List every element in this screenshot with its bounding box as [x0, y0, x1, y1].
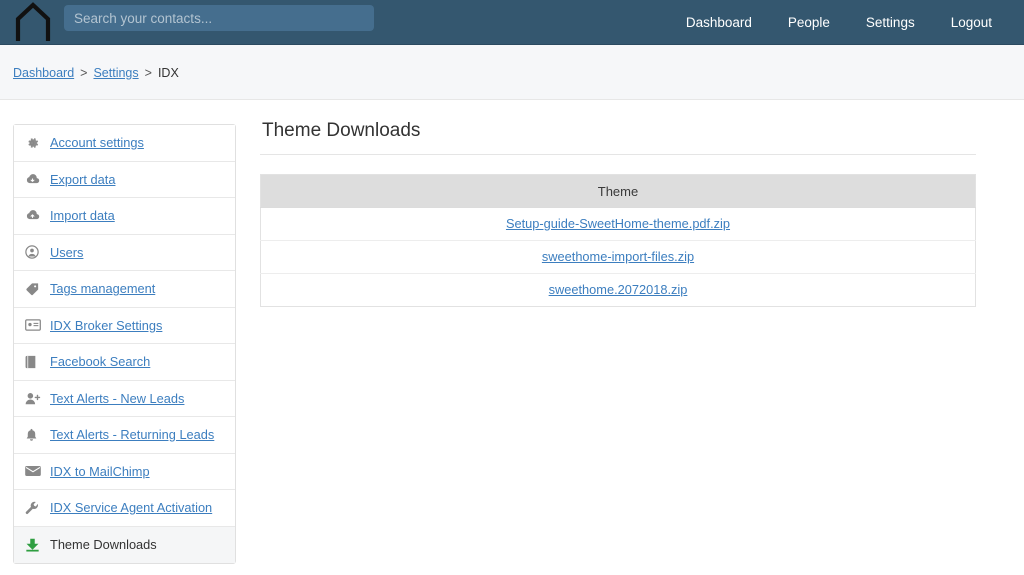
cloud-download-icon	[25, 173, 47, 186]
download-icon	[25, 538, 47, 552]
sidebar-item-export-data[interactable]: Export data	[14, 161, 235, 198]
home-arch-logo-icon[interactable]	[12, 2, 54, 42]
sidebar-item-label: Account settings	[50, 135, 144, 151]
tag-icon	[25, 282, 47, 296]
search-input[interactable]	[64, 5, 374, 31]
breadcrumb-separator: >	[80, 65, 88, 80]
page-title: Theme Downloads	[260, 120, 976, 155]
theme-download-link[interactable]: sweethome.2072018.zip	[549, 282, 688, 297]
sidebar-item-label: IDX Service Agent Activation	[50, 500, 213, 516]
nav-link-settings[interactable]: Settings	[848, 0, 933, 45]
sidebar-item-account-settings[interactable]: Account settings	[14, 125, 235, 162]
sidebar-item-theme-downloads[interactable]: Theme Downloads	[14, 526, 235, 563]
id-card-icon	[25, 319, 47, 331]
nav-link-people[interactable]: People	[770, 0, 848, 45]
sidebar-item-import-data[interactable]: Import data	[14, 198, 235, 235]
sidebar-item-idx-service-agent-activation[interactable]: IDX Service Agent Activation	[14, 490, 235, 527]
envelope-icon	[25, 465, 47, 477]
table-row: sweethome.2072018.zip	[260, 273, 976, 307]
gear-icon	[25, 136, 47, 150]
breadcrumb-bar: Dashboard > Settings > IDX	[0, 45, 1024, 100]
sidebar-item-label: Theme Downloads	[50, 537, 157, 553]
sidebar-item-text-alerts-new-leads[interactable]: Text Alerts - New Leads	[14, 380, 235, 417]
settings-sidebar: Account settings Export data Import data	[13, 124, 236, 564]
table-cell-theme: Setup-guide-SweetHome-theme.pdf.zip	[260, 207, 976, 241]
breadcrumb-separator: >	[144, 65, 152, 80]
sidebar-item-label: Tags management	[50, 281, 156, 297]
theme-downloads-table: Theme Setup-guide-SweetHome-theme.pdf.zi…	[260, 174, 976, 307]
table-row: Setup-guide-SweetHome-theme.pdf.zip	[260, 207, 976, 241]
sidebar-item-label: Import data	[50, 208, 115, 224]
theme-download-link[interactable]: Setup-guide-SweetHome-theme.pdf.zip	[506, 216, 730, 231]
sidebar-item-facebook-search[interactable]: Facebook Search	[14, 344, 235, 381]
sidebar-item-label: IDX to MailChimp	[50, 463, 150, 479]
sidebar-item-label: Text Alerts - New Leads	[50, 390, 185, 406]
breadcrumb: Dashboard > Settings > IDX	[13, 45, 179, 100]
table-cell-theme: sweethome.2072018.zip	[260, 273, 976, 307]
sidebar-item-text-alerts-returning-leads[interactable]: Text Alerts - Returning Leads	[14, 417, 235, 454]
sidebar-item-idx-to-mailchimp[interactable]: IDX to MailChimp	[14, 453, 235, 490]
breadcrumb-item-settings[interactable]: Settings	[93, 66, 138, 80]
table-row: sweethome-import-files.zip	[260, 240, 976, 274]
nav-link-logout[interactable]: Logout	[933, 0, 1010, 45]
user-plus-icon	[25, 392, 47, 405]
main-content: Theme Downloads Theme Setup-guide-SweetH…	[260, 120, 976, 307]
sidebar-item-tags-management[interactable]: Tags management	[14, 271, 235, 308]
table-cell-theme: sweethome-import-files.zip	[260, 240, 976, 274]
top-navbar: Dashboard People Settings Logout	[0, 0, 1024, 45]
user-circle-icon	[25, 245, 47, 259]
nav-link-dashboard[interactable]: Dashboard	[668, 0, 770, 45]
sidebar-item-idx-broker-settings[interactable]: IDX Broker Settings	[14, 307, 235, 344]
navbar-links: Dashboard People Settings Logout	[668, 0, 1010, 45]
bell-icon	[25, 428, 47, 442]
sidebar-item-users[interactable]: Users	[14, 234, 235, 271]
breadcrumb-item-dashboard[interactable]: Dashboard	[13, 66, 74, 80]
book-icon	[25, 355, 47, 369]
sidebar-item-label: IDX Broker Settings	[50, 317, 163, 333]
cloud-upload-icon	[25, 209, 47, 222]
sidebar-item-label: Facebook Search	[50, 354, 151, 370]
wrench-icon	[25, 501, 47, 515]
table-column-header-theme: Theme	[260, 174, 976, 208]
sidebar-item-label: Export data	[50, 171, 116, 187]
sidebar-item-label: Text Alerts - Returning Leads	[50, 427, 215, 443]
breadcrumb-item-idx: IDX	[157, 65, 179, 80]
sidebar-item-label: Users	[50, 244, 84, 260]
theme-download-link[interactable]: sweethome-import-files.zip	[542, 249, 694, 264]
table-header-row: Theme	[260, 174, 976, 208]
